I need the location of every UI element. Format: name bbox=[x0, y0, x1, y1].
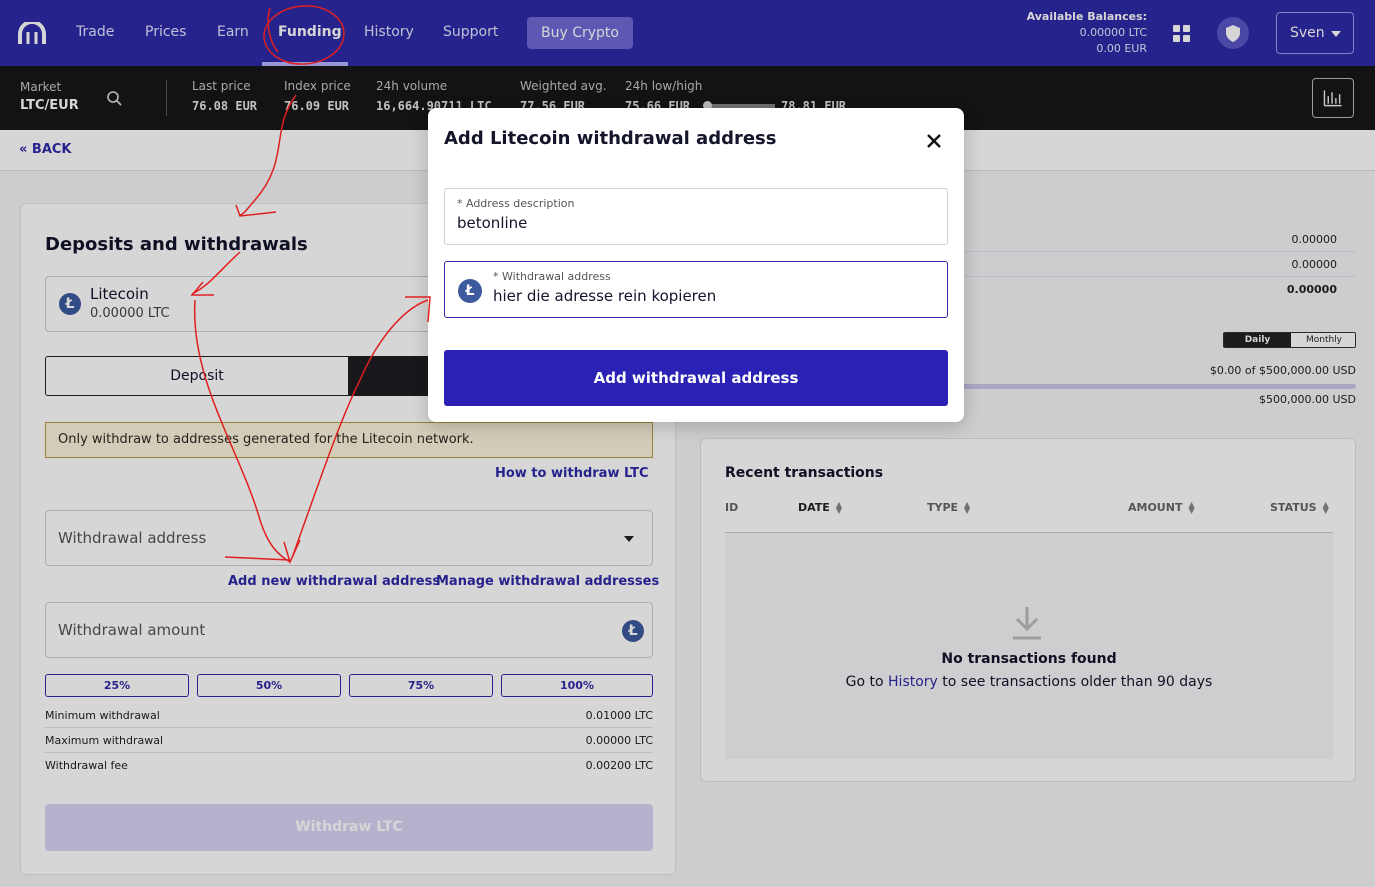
withdrawal-address-field[interactable]: Ł * Withdrawal address hier die adresse … bbox=[444, 261, 948, 318]
address-description-field[interactable]: * Address description betonline bbox=[444, 188, 948, 245]
modal-title: Add Litecoin withdrawal address bbox=[444, 128, 777, 149]
withdrawal-address-label: * Withdrawal address bbox=[493, 270, 611, 283]
withdrawal-address-value: hier die adresse rein kopieren bbox=[493, 287, 717, 305]
close-icon[interactable] bbox=[925, 132, 943, 150]
address-description-value: betonline bbox=[457, 214, 528, 232]
address-description-label: * Address description bbox=[457, 197, 575, 210]
litecoin-icon: Ł bbox=[458, 279, 482, 303]
add-withdrawal-address-button[interactable]: Add withdrawal address bbox=[444, 350, 948, 406]
add-address-modal: Add Litecoin withdrawal address * Addres… bbox=[428, 108, 964, 422]
